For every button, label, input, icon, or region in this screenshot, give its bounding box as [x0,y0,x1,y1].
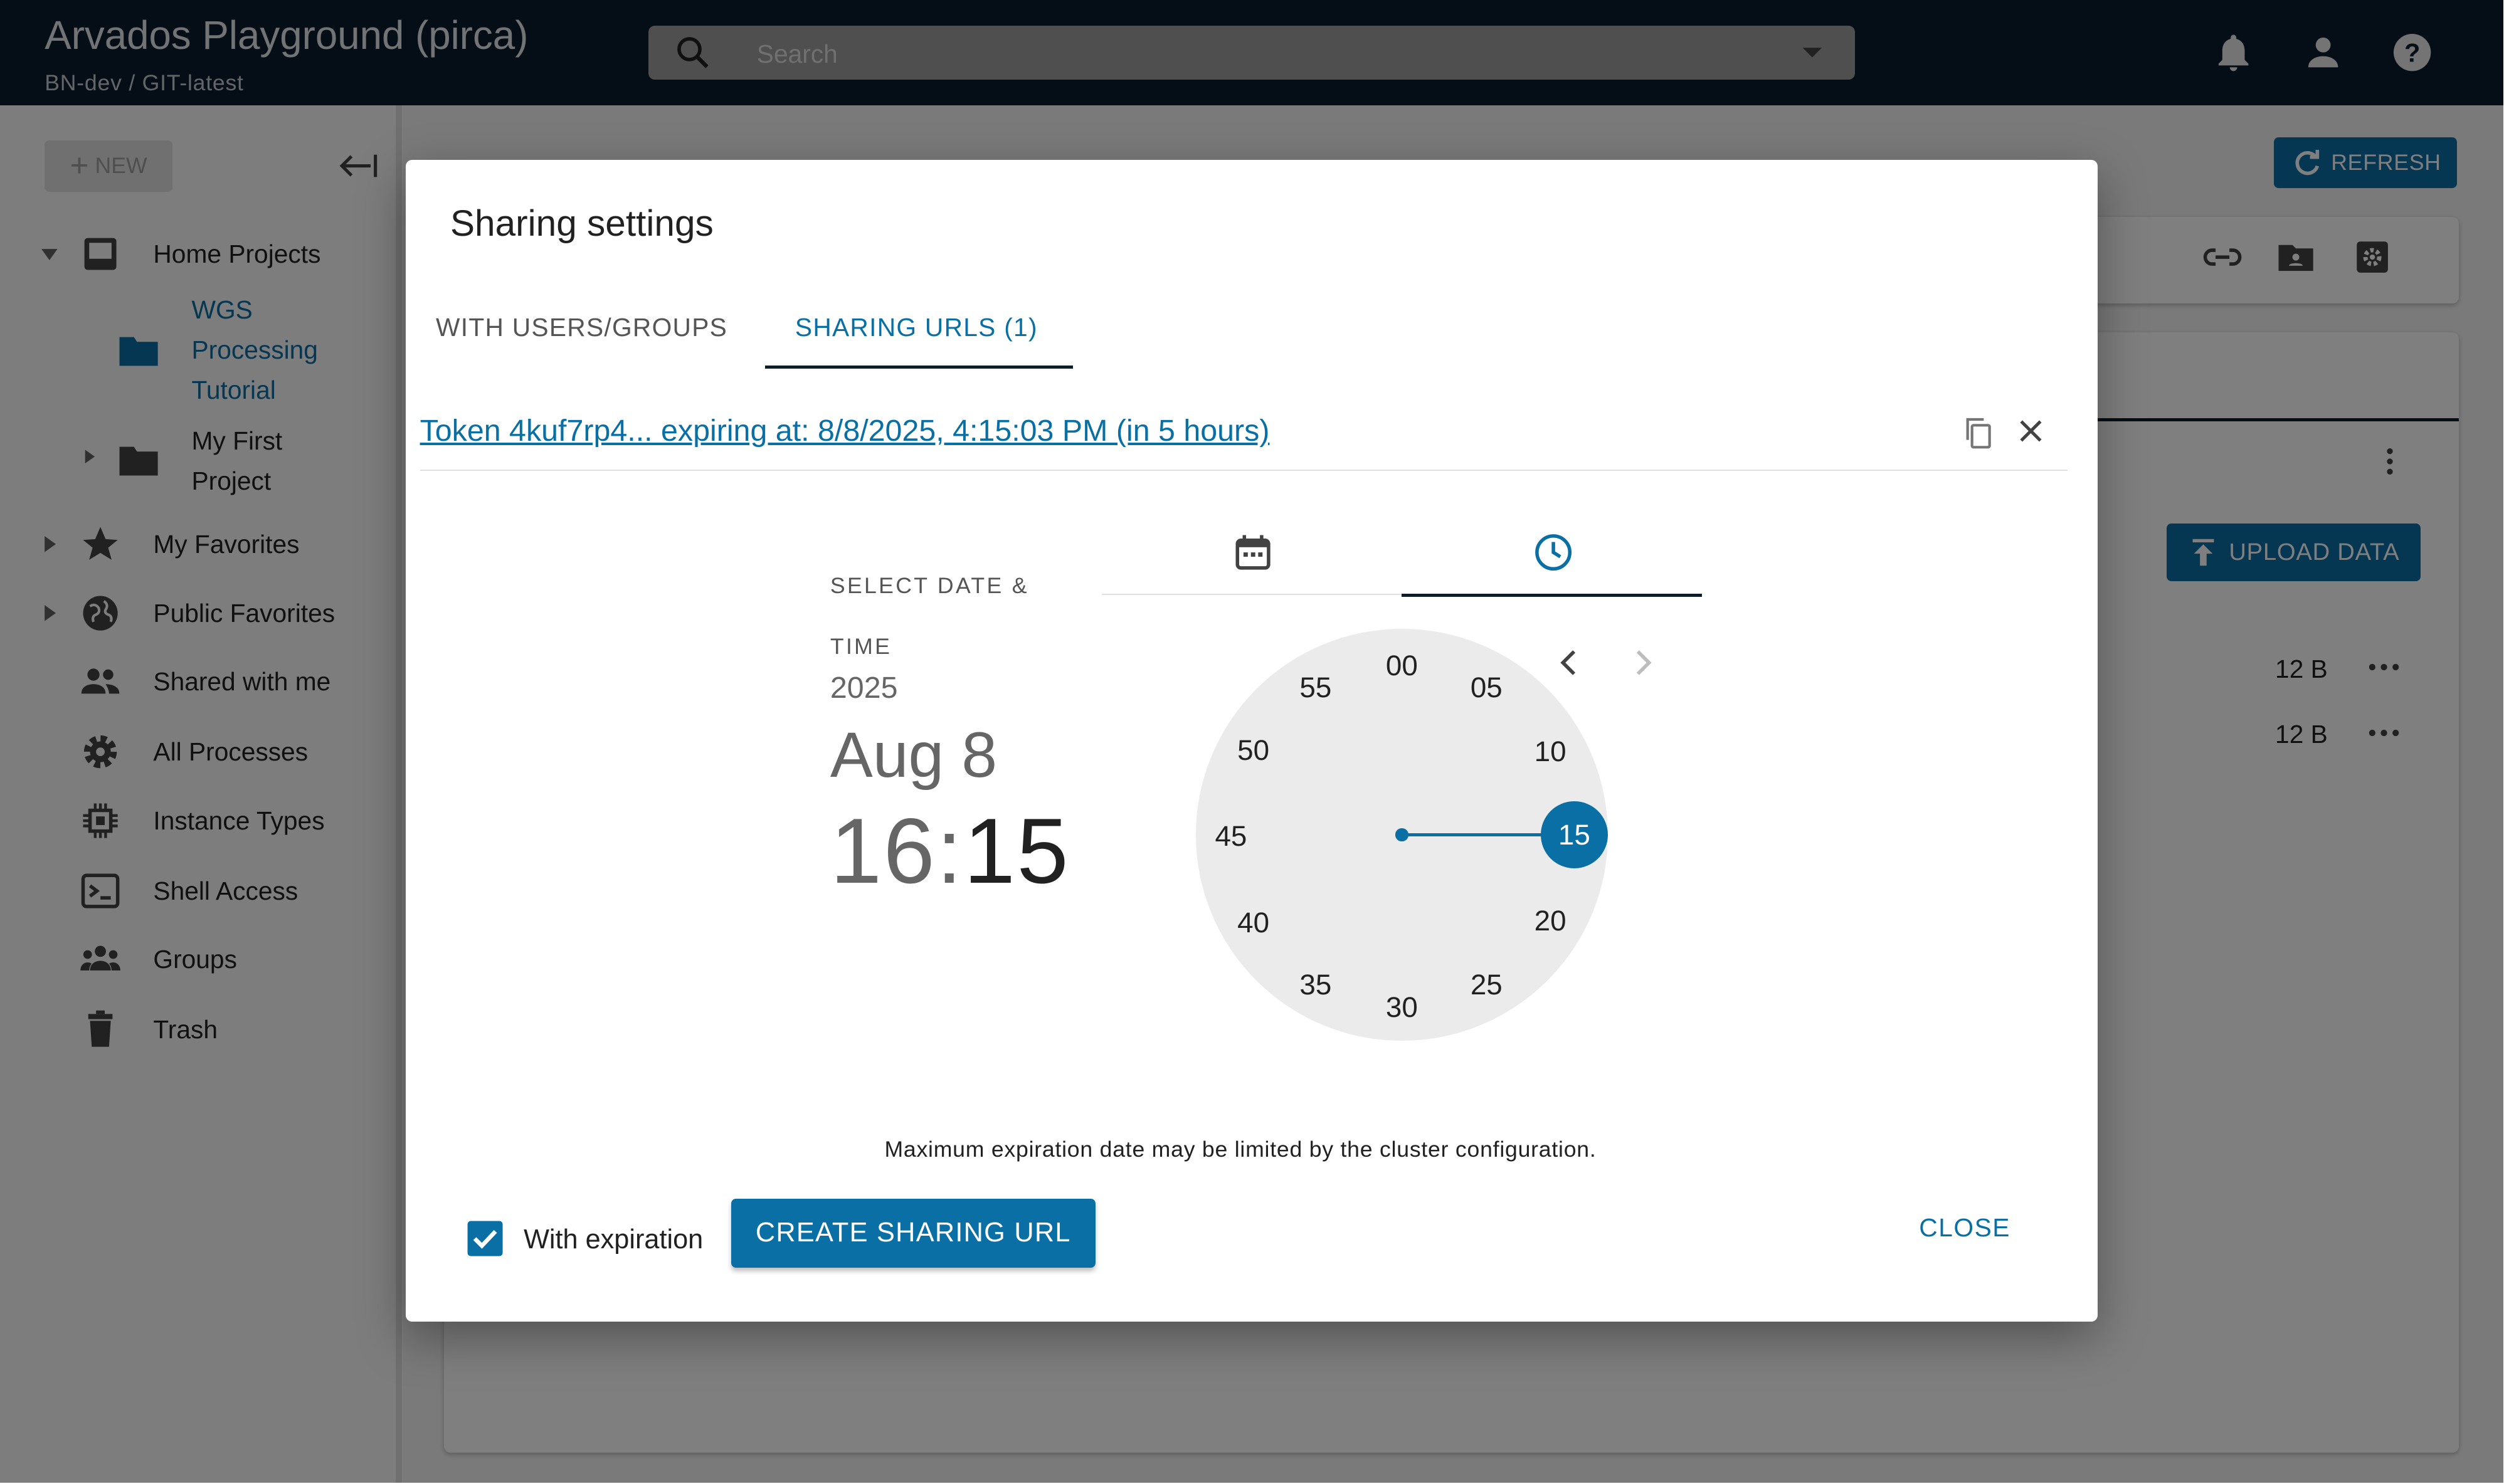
clock-number[interactable]: 50 [1237,734,1269,767]
clock-number[interactable]: 05 [1471,671,1503,704]
clock-number[interactable]: 30 [1386,991,1418,1024]
copy-icon[interactable] [1960,415,1995,450]
tab-date-picker[interactable] [1101,530,1402,596]
token-link[interactable]: Token 4kuf7rp4... expiring at: 8/8/2025,… [420,413,1270,448]
create-sharing-url-button[interactable]: CREATE SHARING URL [731,1199,1096,1268]
select-date-time-label: SELECT DATE & TIME [830,573,1029,659]
divider [420,469,2068,471]
hour-display[interactable]: 16 [830,799,936,903]
clock-number[interactable]: 20 [1535,905,1566,937]
minute-display[interactable]: 15 [964,799,1070,903]
clock-center [1395,828,1408,841]
date-display[interactable]: Aug 8 [830,718,997,792]
clock-number[interactable]: 55 [1299,671,1331,704]
clock-number[interactable]: 45 [1215,820,1247,853]
clock-number[interactable]: 40 [1237,907,1269,939]
clock-number[interactable]: 25 [1471,969,1503,1001]
tab-time-picker[interactable] [1402,530,1703,597]
expiration-note: Maximum expiration date may be limited b… [884,1136,1597,1162]
with-expiration-label[interactable]: With expiration [524,1224,703,1255]
tab-with-users-groups[interactable]: WITH USERS/GROUPS [436,313,727,342]
calendar-icon [1236,535,1271,570]
time-display: 16:15 [830,798,1070,905]
chevron-left-icon[interactable] [1553,645,1585,680]
active-tab-indicator [764,366,1073,369]
clock-icon [1535,534,1572,571]
clock-number[interactable]: 10 [1535,735,1566,768]
clock-number[interactable]: 00 [1386,650,1418,682]
chevron-right-icon[interactable] [1627,645,1659,680]
with-expiration-checkbox[interactable] [466,1219,504,1258]
year-display[interactable]: 2025 [830,670,898,705]
tab-sharing-urls[interactable]: SHARING URLS (1) [795,313,1038,342]
selected-minute[interactable]: 15 [1540,801,1608,868]
close-icon[interactable] [2015,415,2047,447]
close-button[interactable]: CLOSE [1919,1213,2010,1243]
clock-number[interactable]: 35 [1299,969,1331,1001]
time-separator: : [936,799,964,903]
sharing-settings-dialog: Sharing settings WITH USERS/GROUPS SHARI… [405,159,2098,1322]
dialog-title: Sharing settings [450,203,714,245]
